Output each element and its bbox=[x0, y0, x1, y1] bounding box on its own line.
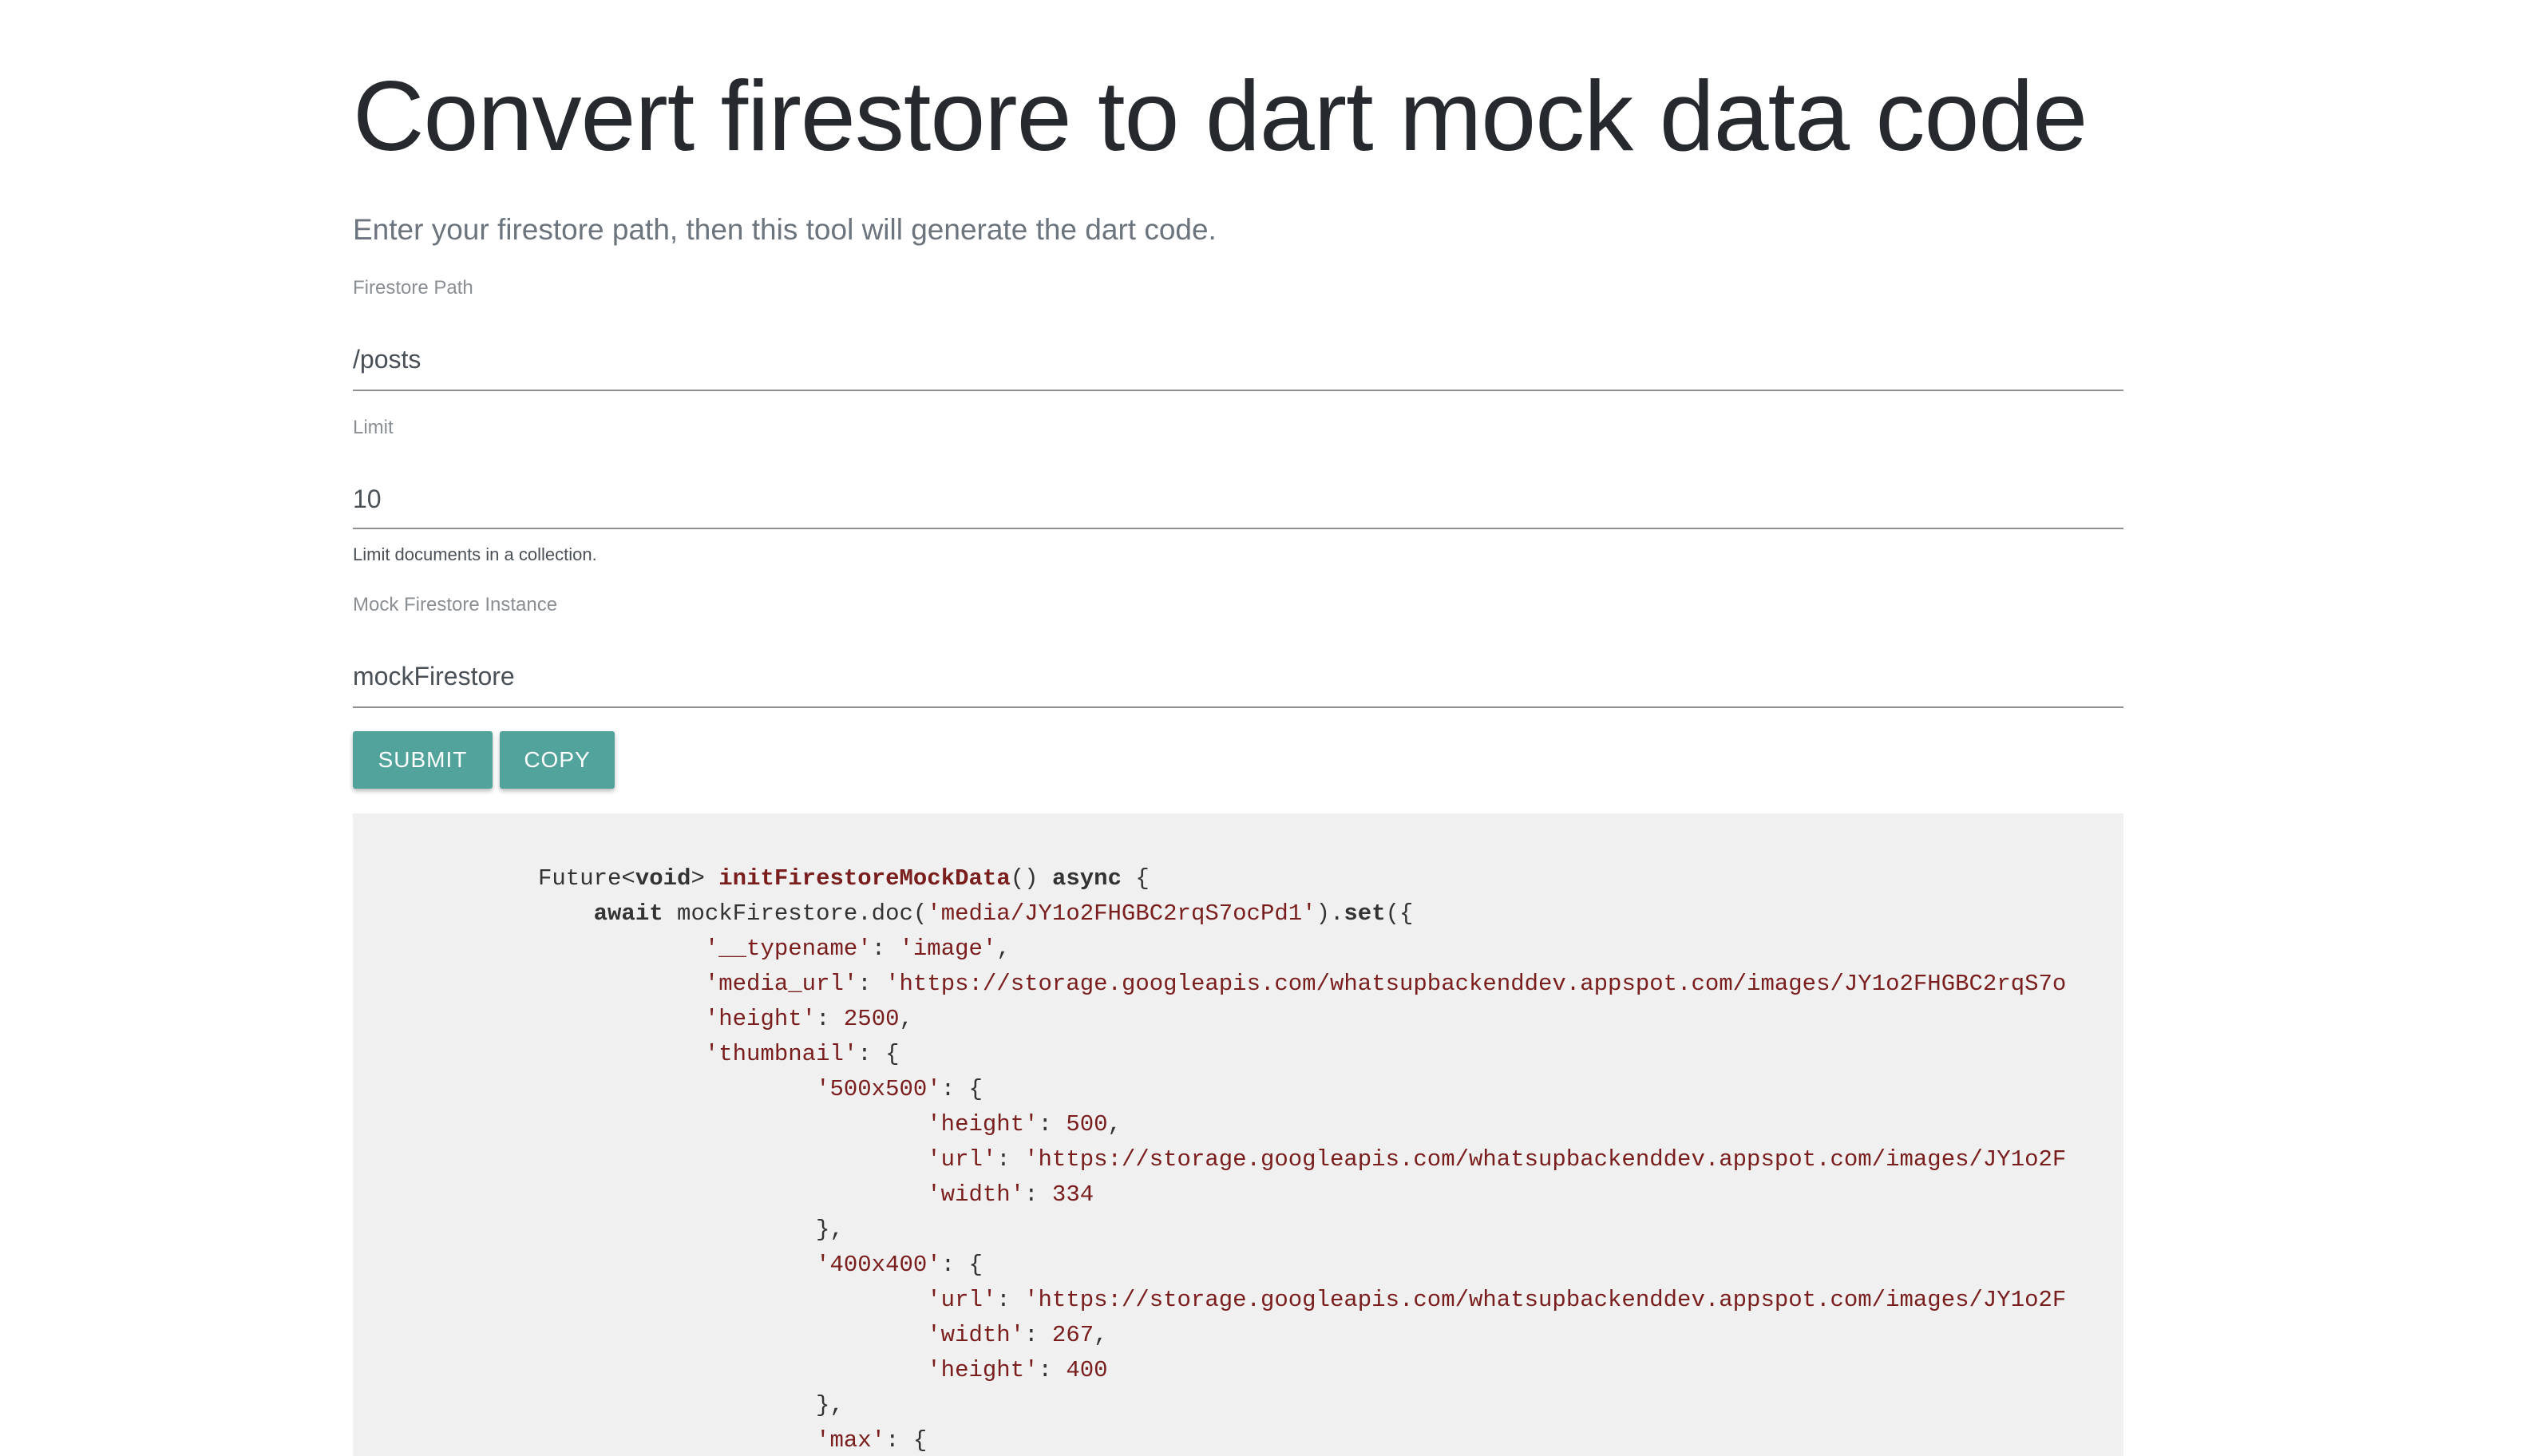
code-line: 'url': 'https://storage.googleapis.com/w… bbox=[927, 1146, 2067, 1173]
firestore-path-label: Firestore Path bbox=[353, 277, 473, 299]
mock-instance-field: Mock Firestore Instance bbox=[353, 593, 2123, 708]
limit-underline bbox=[353, 528, 2123, 529]
page-title: Convert firestore to dart mock data code bbox=[353, 61, 2088, 172]
limit-field: Limit Limit documents in a collection. bbox=[353, 416, 2123, 566]
code-line: 'url': 'https://storage.googleapis.com/w… bbox=[927, 1287, 2067, 1313]
code-line: 'height': 500, bbox=[927, 1111, 1122, 1138]
mock-instance-label: Mock Firestore Instance bbox=[353, 594, 558, 615]
submit-button[interactable]: SUBMIT bbox=[353, 731, 493, 789]
code-line: 'height': 400 bbox=[927, 1357, 1108, 1383]
code-line: 'height': 2500, bbox=[704, 1006, 913, 1032]
code-output[interactable]: Future<void> initFirestoreMockData() asy… bbox=[353, 813, 2123, 1456]
limit-label: Limit bbox=[353, 417, 394, 438]
copy-button[interactable]: COPY bbox=[500, 731, 615, 789]
code-line: }, bbox=[538, 1217, 844, 1243]
firestore-path-underline bbox=[353, 390, 2123, 391]
code-line: '400x400': { bbox=[816, 1252, 983, 1278]
mock-instance-underline bbox=[353, 706, 2123, 708]
code-line: 'width': 334 bbox=[927, 1181, 1094, 1208]
firestore-path-input[interactable] bbox=[353, 340, 2123, 378]
code-line: Future<void> initFirestoreMockData() asy… bbox=[538, 865, 1150, 892]
code-line: 'max': { bbox=[816, 1427, 928, 1454]
page-description: Enter your firestore path, then this too… bbox=[353, 213, 1217, 246]
firestore-path-field: Firestore Path bbox=[353, 276, 2123, 391]
code-line: '__typename': 'image', bbox=[704, 936, 1011, 962]
code-line: 'media_url': 'https://storage.googleapis… bbox=[704, 971, 2067, 997]
limit-help-text: Limit documents in a collection. bbox=[353, 544, 597, 564]
code-line: '500x500': { bbox=[816, 1076, 983, 1102]
code-line: 'thumbnail': { bbox=[704, 1041, 900, 1067]
code-line: }, bbox=[538, 1392, 844, 1418]
mock-instance-input[interactable] bbox=[353, 657, 2123, 695]
code-line: await mockFirestore.doc('media/JY1o2FHGB… bbox=[593, 900, 1414, 927]
code-block: Future<void> initFirestoreMockData() asy… bbox=[538, 861, 2066, 1456]
limit-input[interactable] bbox=[353, 480, 2123, 518]
code-line: 'width': 267, bbox=[927, 1322, 1108, 1348]
